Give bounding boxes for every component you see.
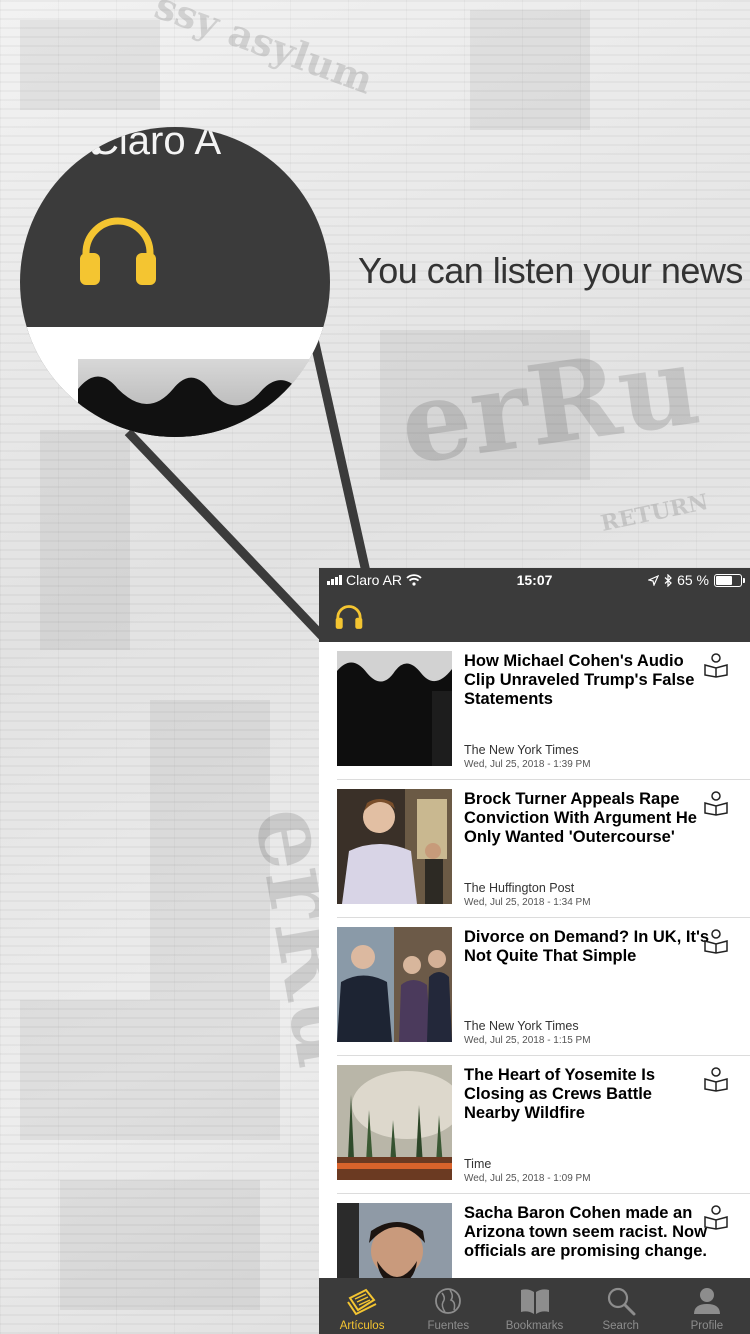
article-thumbnail xyxy=(337,1203,452,1278)
article-item[interactable]: Brock Turner Appeals Rape Conviction Wit… xyxy=(337,780,750,918)
tab-label: Search xyxy=(602,1320,639,1332)
article-source: The New York Times xyxy=(464,1019,579,1033)
tab-bookmarks[interactable]: Bookmarks xyxy=(491,1278,577,1334)
globe-icon xyxy=(435,1288,462,1314)
article-date: Wed, Jul 25, 2018 - 1:39 PM xyxy=(464,759,591,770)
tab-articulos[interactable]: Artículos xyxy=(319,1278,405,1334)
newspaper-icon xyxy=(347,1288,377,1316)
article-item[interactable]: Divorce on Demand? In UK, It's Not Quite… xyxy=(337,918,750,1056)
tab-bar: Artículos Fuentes Bookmarks Search Profi… xyxy=(319,1278,750,1334)
article-thumbnail xyxy=(337,927,452,1042)
phone-screen: Claro AR 15:07 65 % How Michael Cohen's … xyxy=(319,568,750,1334)
article-date: Wed, Jul 25, 2018 - 1:34 PM xyxy=(464,897,591,908)
headphones-icon[interactable] xyxy=(335,604,363,630)
tab-label: Artículos xyxy=(339,1320,385,1332)
reader-icon[interactable] xyxy=(703,652,729,678)
article-date: Wed, Jul 25, 2018 - 1:09 PM xyxy=(464,1173,591,1184)
tab-fuentes[interactable]: Fuentes xyxy=(405,1278,491,1334)
tab-label: Bookmarks xyxy=(505,1320,564,1332)
battery-percent: 65 % xyxy=(677,572,709,588)
article-item[interactable]: The Heart of Yosemite Is Closing as Crew… xyxy=(337,1056,750,1194)
article-item[interactable]: Sacha Baron Cohen made an Arizona town s… xyxy=(337,1194,750,1278)
person-icon xyxy=(693,1288,720,1314)
article-list: How Michael Cohen's Audio Clip Unraveled… xyxy=(319,642,750,1278)
tab-profile[interactable]: Profile xyxy=(664,1278,750,1334)
headphones-icon xyxy=(80,217,156,285)
reader-icon[interactable] xyxy=(703,1204,729,1230)
book-icon xyxy=(520,1289,549,1314)
article-item[interactable]: How Michael Cohen's Audio Clip Unraveled… xyxy=(337,642,750,780)
reader-icon[interactable] xyxy=(703,928,729,954)
article-source: The Huffington Post xyxy=(464,881,575,895)
tab-label: Fuentes xyxy=(427,1320,470,1332)
article-source: The New York Times xyxy=(464,743,579,757)
article-title: Divorce on Demand? In UK, It's Not Quite… xyxy=(464,928,710,965)
signal-bars-icon xyxy=(327,575,342,585)
article-title: How Michael Cohen's Audio Clip Unraveled… xyxy=(464,652,695,708)
tab-search[interactable]: Search xyxy=(578,1278,664,1334)
bluetooth-icon xyxy=(664,573,672,587)
article-thumbnail xyxy=(337,1065,452,1180)
article-thumbnail xyxy=(337,651,452,766)
tab-label: Profile xyxy=(690,1320,724,1332)
top-navbar xyxy=(319,592,750,642)
location-arrow-icon xyxy=(648,574,660,586)
magnified-thumbnail xyxy=(78,359,330,437)
article-title: Brock Turner Appeals Rape Conviction Wit… xyxy=(464,790,697,846)
battery-icon xyxy=(714,573,745,587)
article-title: Sacha Baron Cohen made an Arizona town s… xyxy=(464,1204,707,1260)
article-thumbnail xyxy=(337,789,452,904)
article-source: Time xyxy=(464,1157,492,1171)
article-date: Wed, Jul 25, 2018 - 1:15 PM xyxy=(464,1035,591,1046)
search-icon xyxy=(607,1287,636,1316)
magnified-carrier-text: Claro A xyxy=(90,127,222,163)
promo-tagline: You can listen your news xyxy=(358,250,743,291)
zoom-magnifier: ●● Claro A xyxy=(20,127,330,437)
article-title: The Heart of Yosemite Is Closing as Crew… xyxy=(464,1066,656,1122)
reader-icon[interactable] xyxy=(703,1066,729,1092)
reader-icon[interactable] xyxy=(703,790,729,816)
carrier-label: Claro AR xyxy=(346,572,403,588)
wifi-icon xyxy=(406,574,422,586)
status-bar: Claro AR 15:07 65 % xyxy=(319,568,750,592)
